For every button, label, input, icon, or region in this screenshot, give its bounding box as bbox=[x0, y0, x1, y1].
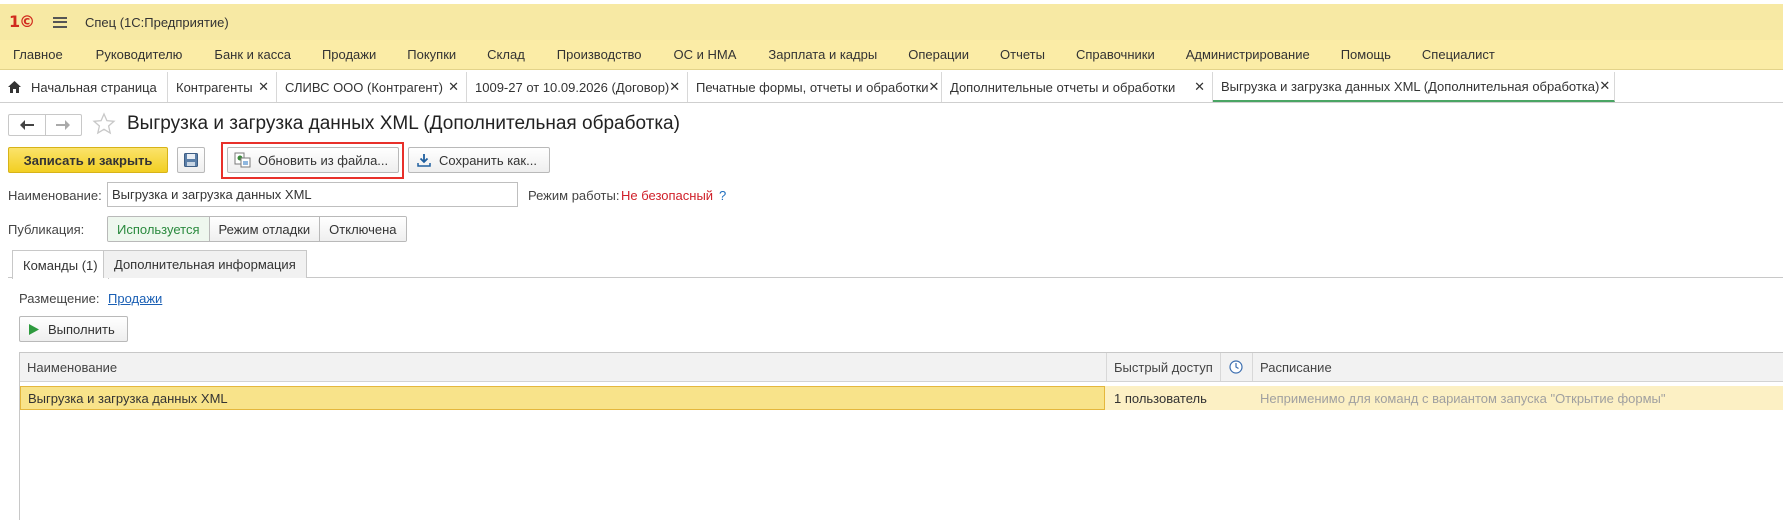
1c-logo-icon[interactable]: 1© bbox=[9, 14, 39, 30]
menu-item-reports[interactable]: Отчеты bbox=[1000, 47, 1045, 62]
tab-label: 1009-27 от 10.09.2026 (Договор) bbox=[475, 79, 670, 95]
table-header: Наименование Быстрый доступ Расписание bbox=[20, 353, 1783, 382]
save-as-button[interactable]: Сохранить как... bbox=[408, 147, 550, 173]
menu-item-bank[interactable]: Банк и касса bbox=[214, 47, 291, 62]
title-bar: 1© Спец (1С:Предприятие) bbox=[0, 0, 1783, 40]
column-header-quick-access[interactable]: Быстрый доступ bbox=[1107, 353, 1221, 381]
execute-label: Выполнить bbox=[48, 321, 115, 337]
navigation-buttons bbox=[8, 114, 82, 136]
menu-item-production[interactable]: Производство bbox=[557, 47, 642, 62]
close-icon[interactable]: ✕ bbox=[448, 79, 459, 95]
publication-option-debug[interactable]: Режим отладки bbox=[208, 217, 320, 241]
menu-item-operations[interactable]: Операции bbox=[908, 47, 969, 62]
table-row[interactable]: Выгрузка и загрузка данных XML 1 пользов… bbox=[20, 386, 1783, 410]
tab-label: СЛИВС ООО (Контрагент) bbox=[285, 79, 443, 95]
menu-item-help[interactable]: Помощь bbox=[1341, 47, 1391, 62]
mode-value: Не безопасный bbox=[621, 188, 714, 203]
execute-button[interactable]: Выполнить bbox=[19, 316, 128, 342]
form-page-tabs: Команды (1) Дополнительная информация bbox=[8, 250, 1783, 279]
save-and-close-button[interactable]: Записать и закрыть bbox=[8, 147, 168, 173]
tab-xml-processing[interactable]: Выгрузка и загрузка данных XML (Дополнит… bbox=[1213, 72, 1615, 102]
column-header-schedule-flag[interactable] bbox=[1221, 353, 1253, 381]
page-title: Выгрузка и загрузка данных XML (Дополнит… bbox=[127, 113, 680, 134]
tab-counterparty-slivs[interactable]: СЛИВС ООО (Контрагент) ✕ bbox=[277, 72, 467, 102]
tab-label: Начальная страница bbox=[31, 79, 157, 95]
column-header-schedule[interactable]: Расписание bbox=[1253, 353, 1783, 381]
menu-item-payroll[interactable]: Зарплата и кадры bbox=[768, 47, 877, 62]
menu-item-warehouse[interactable]: Склад bbox=[487, 47, 525, 62]
close-icon[interactable]: ✕ bbox=[1599, 78, 1610, 94]
cell-schedule[interactable]: Неприменимо для команд с вариантом запус… bbox=[1253, 386, 1783, 410]
tab-counterparties[interactable]: Контрагенты ✕ bbox=[168, 72, 277, 102]
tab-label: Контрагенты bbox=[176, 79, 253, 95]
close-icon[interactable]: ✕ bbox=[258, 79, 269, 95]
menu-item-specialist[interactable]: Специалист bbox=[1422, 47, 1495, 62]
close-icon[interactable]: ✕ bbox=[929, 79, 940, 95]
tab-commands[interactable]: Команды (1) bbox=[12, 250, 109, 279]
menu-item-manager[interactable]: Руководителю bbox=[96, 47, 183, 62]
cell-quick-access[interactable]: 1 пользователь bbox=[1107, 386, 1221, 410]
cell-name[interactable]: Выгрузка и загрузка данных XML bbox=[20, 386, 1105, 410]
home-icon bbox=[8, 81, 21, 93]
play-icon bbox=[29, 323, 39, 335]
publication-selector: Используется Режим отладки Отключена bbox=[107, 216, 407, 242]
menu-icon[interactable] bbox=[53, 16, 67, 28]
main-menu: Главное Руководителю Банк и касса Продаж… bbox=[0, 40, 1783, 70]
forward-button[interactable] bbox=[44, 115, 82, 135]
update-from-file-button[interactable]: Обновить из файла... bbox=[227, 147, 399, 173]
tab-contract[interactable]: 1009-27 от 10.09.2026 (Договор) ✕ bbox=[467, 72, 688, 102]
close-icon[interactable]: ✕ bbox=[1194, 79, 1205, 95]
save-button[interactable] bbox=[177, 147, 205, 173]
tab-label: Дополнительные отчеты и обработки bbox=[950, 79, 1176, 95]
back-icon bbox=[19, 120, 34, 130]
menu-item-assets[interactable]: ОС и НМА bbox=[674, 47, 737, 62]
name-label: Наименование: bbox=[8, 188, 102, 203]
tab-label: Печатные формы, отчеты и обработки bbox=[696, 79, 929, 95]
publication-option-used[interactable]: Используется bbox=[108, 217, 209, 241]
window-title: Спец (1С:Предприятие) bbox=[85, 14, 229, 30]
mode-label: Режим работы: bbox=[528, 188, 620, 203]
menu-item-sales[interactable]: Продажи bbox=[322, 47, 376, 62]
tab-label: Выгрузка и загрузка данных XML (Дополнит… bbox=[1221, 78, 1600, 94]
menu-item-admin[interactable]: Администрирование bbox=[1186, 47, 1310, 62]
placement-label: Размещение: bbox=[19, 291, 100, 306]
tab-additional-reports[interactable]: Дополнительные отчеты и обработки ✕ bbox=[942, 72, 1213, 102]
tab-home[interactable]: Начальная страница bbox=[0, 72, 168, 102]
menu-item-catalogs[interactable]: Справочники bbox=[1076, 47, 1155, 62]
cell-schedule-flag[interactable] bbox=[1221, 386, 1253, 410]
commands-table: Наименование Быстрый доступ Расписание В… bbox=[19, 352, 1783, 520]
back-button[interactable] bbox=[9, 115, 45, 135]
menu-item-purchases[interactable]: Покупки bbox=[407, 47, 456, 62]
mode-help-link[interactable]: ? bbox=[719, 188, 726, 203]
column-header-name[interactable]: Наименование bbox=[20, 353, 1107, 381]
close-icon[interactable]: ✕ bbox=[669, 79, 680, 95]
file-update-icon bbox=[234, 152, 251, 168]
tab-print-forms[interactable]: Печатные формы, отчеты и обработки ✕ bbox=[688, 72, 942, 102]
open-tabs-bar: Начальная страница Контрагенты ✕ СЛИВС О… bbox=[0, 70, 1783, 103]
placement-link[interactable]: Продажи bbox=[108, 291, 162, 306]
tab-additional-info[interactable]: Дополнительная информация bbox=[103, 250, 307, 278]
publication-label: Публикация: bbox=[8, 222, 85, 237]
star-icon[interactable] bbox=[92, 112, 116, 136]
name-input[interactable]: Выгрузка и загрузка данных XML bbox=[107, 182, 518, 207]
floppy-icon bbox=[184, 153, 198, 167]
forward-icon bbox=[56, 120, 71, 130]
menu-item-main[interactable]: Главное bbox=[13, 47, 63, 62]
update-from-file-label: Обновить из файла... bbox=[258, 152, 389, 168]
download-icon bbox=[417, 154, 431, 167]
clock-icon bbox=[1229, 360, 1243, 374]
publication-option-disabled[interactable]: Отключена bbox=[319, 217, 406, 241]
save-as-label: Сохранить как... bbox=[439, 152, 537, 168]
